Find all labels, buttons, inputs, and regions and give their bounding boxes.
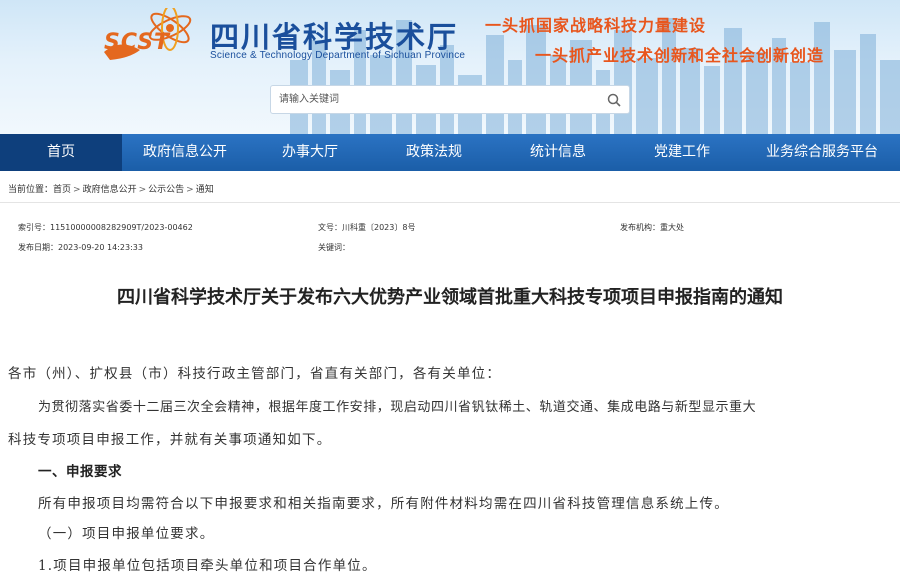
slogan-line-2: 一头抓产业技术创新和全社会创新创造 [535, 46, 825, 65]
breadcrumb-item-gov-info[interactable]: 政府信息公开 [83, 185, 137, 195]
article-title: 四川省科学技术厅关于发布六大优势产业领域首批重大科技专项项目申报指南的通知 [117, 287, 783, 308]
meta-keywords: 关键词： [318, 243, 350, 252]
breadcrumb: 当前位置：首页 > 政府信息公开 > 公示公告 > 通知 [8, 182, 214, 195]
search-input[interactable] [271, 86, 601, 113]
article-paragraph-1-line-1: 为贯彻落实省委十二届三次全会精神，根据年度工作安排，现启动四川省钒钛稀土、轨道交… [38, 400, 757, 415]
meta-doc-no: 文号：川科重〔2023〕8号 [318, 223, 416, 232]
breadcrumb-item-notice[interactable]: 通知 [196, 185, 214, 195]
breadcrumb-item-home[interactable]: 首页 [53, 185, 71, 195]
article-paragraph-1-line-2: 科技专项项目申报工作，并就有关事项通知如下。 [8, 432, 332, 448]
article-heading-1: 一、申报要求 [38, 464, 122, 480]
breadcrumb-separator: > [73, 185, 81, 195]
logo-text: SCST [104, 30, 171, 55]
breadcrumb-separator: > [138, 185, 147, 195]
header-banner: SCST 四川省科学技术厅 Science & Technology Depar… [0, 0, 900, 134]
nav-item-service-platform[interactable]: 业务综合服务平台 [744, 134, 900, 171]
nav-item-gov-info[interactable]: 政府信息公开 [122, 134, 248, 171]
search-box [270, 85, 630, 114]
article-subheading-1: （一）项目申报单位要求。 [38, 526, 215, 542]
nav-item-party-building[interactable]: 党建工作 [620, 134, 744, 171]
article-item-1: 1.项目申报单位包括项目牵头单位和项目合作单位。 [38, 558, 377, 574]
meta-publisher: 发布机构：重大处 [620, 223, 684, 232]
slogan-line-1: 一头抓国家战略科技力量建设 [485, 16, 707, 35]
nav-item-home[interactable]: 首页 [0, 134, 122, 171]
article-paragraph-2: 所有申报项目均需符合以下申报要求和相关指南要求，所有附件材料均需在四川省科技管理… [38, 496, 729, 512]
site-subtitle: Science & Technology Department of Sichu… [210, 50, 466, 61]
meta-publish-date: 发布日期：2023-09-20 14:23:33 [18, 243, 143, 252]
nav-item-statistics[interactable]: 统计信息 [496, 134, 620, 171]
article-salutation: 各市（州）、扩权县（市）科技行政主管部门，省直有关部门，各有关单位： [8, 366, 502, 382]
search-icon[interactable] [606, 92, 622, 108]
breadcrumb-label: 当前位置： [8, 185, 54, 195]
meta-index-no: 索引号：11510000008282909T/2023-00462 [18, 223, 193, 232]
breadcrumb-item-announcements[interactable]: 公示公告 [148, 185, 184, 195]
breadcrumb-separator: > [186, 185, 194, 195]
nav-item-policies[interactable]: 政策法规 [372, 134, 496, 171]
main-nav: 首页 政府信息公开 办事大厅 政策法规 统计信息 党建工作 业务综合服务平台 [0, 134, 900, 171]
nav-item-service-hall[interactable]: 办事大厅 [248, 134, 372, 171]
breadcrumb-divider [0, 202, 900, 203]
